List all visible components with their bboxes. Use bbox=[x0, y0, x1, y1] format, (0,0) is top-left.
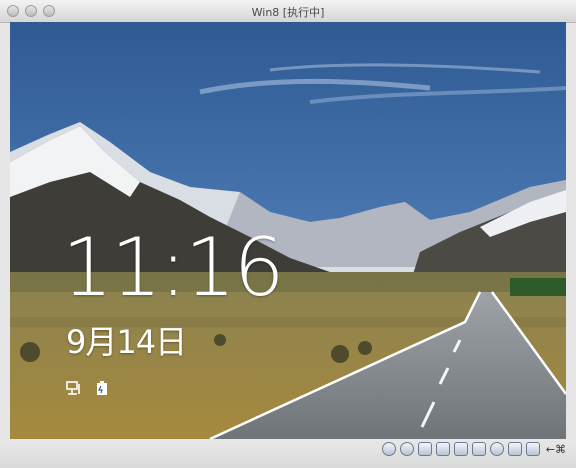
video-capture-icon[interactable] bbox=[471, 442, 486, 456]
lock-screen-time: 11:16 bbox=[62, 221, 285, 314]
battery-icon bbox=[93, 379, 111, 397]
vm-status-bar: ←⌘ bbox=[0, 439, 576, 468]
shared-folder-icon[interactable] bbox=[435, 442, 450, 456]
title-bar[interactable]: Win8 [执行中] bbox=[0, 0, 576, 23]
guest-screen[interactable]: 11:16 9月14日 bbox=[10, 22, 566, 439]
lock-screen-status bbox=[65, 379, 111, 397]
host-key-indicator: ←⌘ bbox=[545, 442, 566, 456]
guest-additions-icon[interactable] bbox=[507, 442, 522, 456]
mouse-integration-icon[interactable] bbox=[525, 442, 540, 456]
network-icon bbox=[65, 379, 83, 397]
status-icons: ←⌘ bbox=[381, 442, 566, 456]
optical-drive-icon[interactable] bbox=[399, 442, 414, 456]
hard-disk-icon[interactable] bbox=[381, 442, 396, 456]
vm-window: Win8 [执行中] 11:16 9月14日 ←⌘ bbox=[0, 0, 576, 468]
window-title: Win8 [执行中] bbox=[251, 6, 325, 19]
lock-screen-date: 9月14日 bbox=[66, 323, 187, 361]
usb-icon[interactable] bbox=[417, 442, 432, 456]
display-icon[interactable] bbox=[453, 442, 468, 456]
network-adapter-icon[interactable] bbox=[489, 442, 504, 456]
